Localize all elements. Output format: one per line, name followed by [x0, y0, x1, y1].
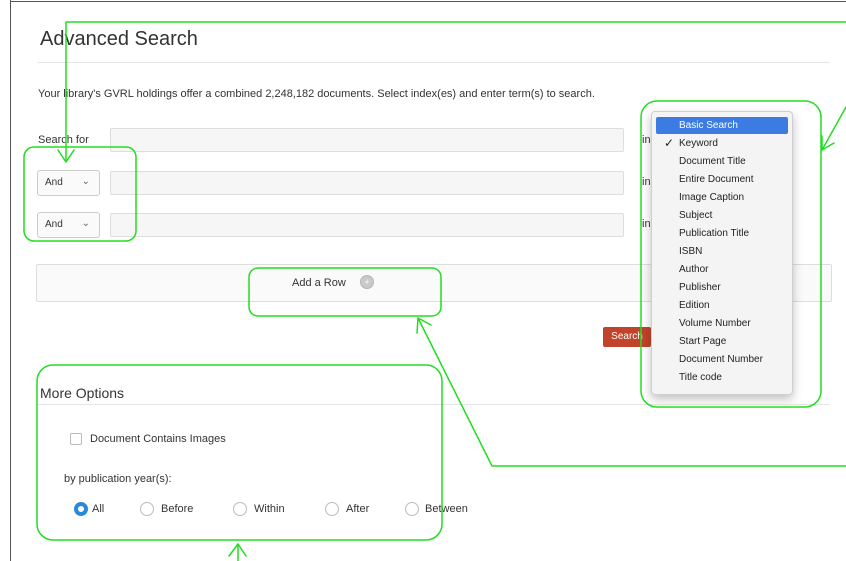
chevron-down-icon: ⌄ — [81, 218, 90, 229]
window-top-border — [10, 1, 846, 2]
dropdown-item-keyword[interactable]: ✓ Keyword — [656, 135, 788, 152]
in-label-1: in — [642, 134, 651, 146]
dropdown-item-title-code[interactable]: Title code — [656, 369, 788, 386]
annotation-arrowhead-add-row — [416, 317, 432, 334]
window-left-border — [10, 0, 11, 561]
radio-within[interactable] — [233, 502, 247, 516]
radio-before[interactable] — [140, 502, 154, 516]
boolean-operator-select-2[interactable]: And ⌄ — [37, 170, 100, 196]
search-for-label: Search for — [38, 134, 89, 146]
dropdown-item-basic-search[interactable]: Basic Search — [656, 117, 788, 134]
dropdown-item-entire-document[interactable]: Entire Document — [656, 171, 788, 188]
dropdown-item-volume-number[interactable]: Volume Number — [656, 315, 788, 332]
pubyear-label: by publication year(s): — [64, 473, 172, 485]
checkmark-icon: ✓ — [664, 136, 675, 150]
dropdown-item-document-number[interactable]: Document Number — [656, 351, 788, 368]
search-term-input-1[interactable] — [110, 128, 624, 152]
radio-after[interactable] — [325, 502, 339, 516]
search-term-input-2[interactable] — [110, 171, 624, 195]
boolean-operator-select-3[interactable]: And ⌄ — [37, 212, 100, 238]
dropdown-item-edition[interactable]: Edition — [656, 297, 788, 314]
radio-before-label: Before — [161, 503, 194, 515]
radio-after-label: After — [346, 503, 370, 515]
in-label-2: in — [642, 176, 651, 188]
more-options-title: More Options — [40, 385, 125, 401]
chevron-down-icon: ⌄ — [81, 176, 90, 187]
annotation-arrowhead-dropdown — [821, 135, 835, 151]
page-title: Advanced Search — [40, 28, 198, 50]
search-button[interactable]: Search — [603, 327, 651, 347]
operator-value: And — [45, 177, 63, 188]
in-label-3: in — [642, 218, 651, 230]
dropdown-item-author[interactable]: Author — [656, 261, 788, 278]
dropdown-item-publisher[interactable]: Publisher — [656, 279, 788, 296]
annotation-line-dropdown — [821, 106, 846, 151]
title-divider — [38, 62, 830, 63]
dropdown-item-isbn[interactable]: ISBN — [656, 243, 788, 260]
contains-images-label: Document Contains Images — [90, 433, 226, 445]
more-options-divider — [38, 404, 830, 405]
search-term-input-3[interactable] — [110, 213, 624, 237]
plus-circle-icon[interactable]: + — [360, 275, 374, 289]
dropdown-item-subject[interactable]: Subject — [656, 207, 788, 224]
intro-text: Your library's GVRL holdings offer a com… — [38, 88, 595, 100]
operator-value: And — [45, 219, 63, 230]
radio-all-label: All — [92, 503, 105, 515]
annotation-arrowhead-more-options — [228, 543, 247, 557]
contains-images-checkbox[interactable] — [70, 433, 82, 445]
dropdown-item-image-caption[interactable]: Image Caption — [656, 189, 788, 206]
annotation-arrowhead-operators — [57, 149, 75, 163]
add-row-button[interactable]: Add a Row — [292, 277, 346, 289]
dropdown-item-start-page[interactable]: Start Page — [656, 333, 788, 350]
radio-all[interactable] — [74, 502, 88, 516]
radio-between[interactable] — [405, 502, 419, 516]
radio-between-label: Between — [425, 503, 468, 515]
dropdown-item-document-title[interactable]: Document Title — [656, 153, 788, 170]
index-dropdown-menu[interactable]: Basic Search ✓ Keyword Document Title Ent… — [651, 111, 793, 395]
dropdown-item-publication-title[interactable]: Publication Title — [656, 225, 788, 242]
radio-within-label: Within — [254, 503, 285, 515]
